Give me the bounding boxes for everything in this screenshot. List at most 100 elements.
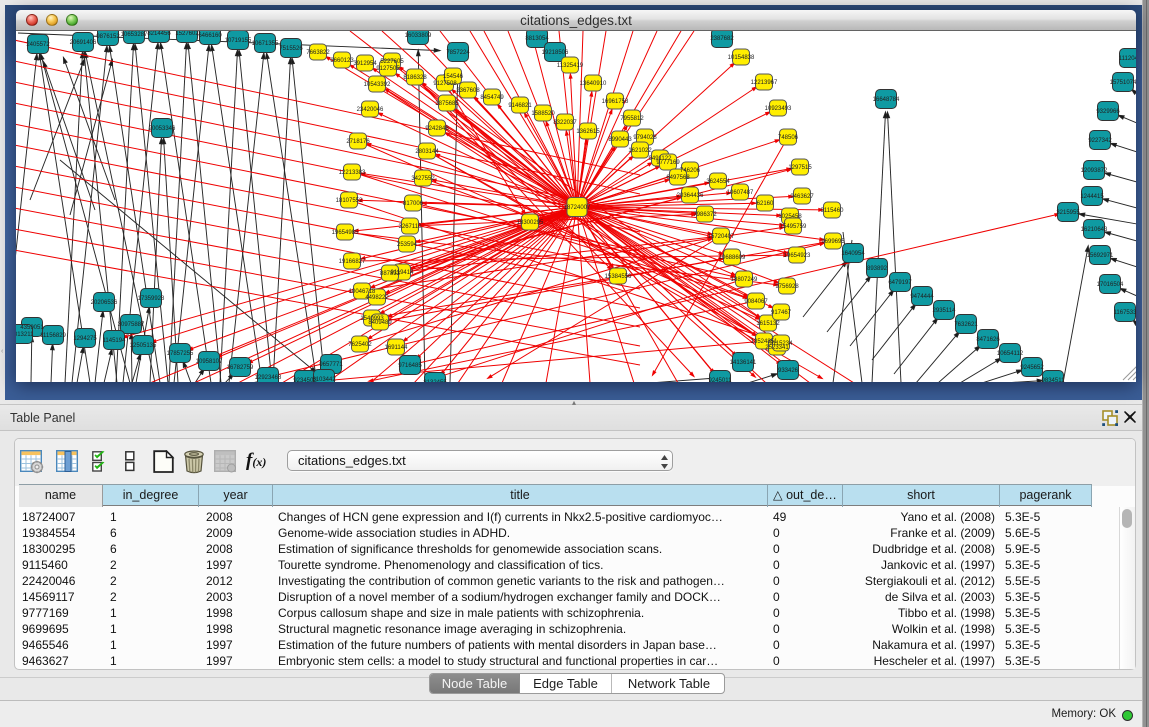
svg-text:11325419: 11325419 [557, 63, 584, 69]
svg-text:12213967: 12213967 [751, 80, 778, 86]
svg-text:7625402: 7625402 [348, 342, 372, 348]
svg-text:13640910: 13640910 [580, 81, 607, 87]
svg-text:23420046: 23420046 [357, 107, 384, 113]
svg-text:19218506: 19218506 [542, 50, 569, 56]
svg-text:9115234: 9115234 [770, 341, 794, 347]
svg-text:9794028: 9794028 [633, 135, 657, 141]
svg-text:1588520: 1588520 [531, 111, 555, 117]
svg-text:10671355: 10671355 [252, 41, 279, 47]
svg-text:9756928: 9756928 [775, 284, 799, 290]
svg-text:20053346: 20053346 [149, 126, 176, 132]
svg-text:2387682: 2387682 [710, 36, 734, 42]
svg-text:18724007: 18724007 [564, 205, 591, 211]
svg-text:7857224: 7857224 [446, 50, 470, 56]
svg-text:1244415: 1244415 [1080, 194, 1104, 200]
svg-text:9245652: 9245652 [1020, 365, 1044, 371]
svg-text:15751074: 15751074 [1110, 80, 1136, 86]
svg-text:10653287: 10653287 [121, 32, 148, 38]
svg-text:1294275: 1294275 [73, 336, 97, 342]
svg-text:16210643: 16210643 [1081, 227, 1108, 233]
svg-text:9146821: 9146821 [508, 103, 532, 109]
svg-text:18107552: 18107552 [336, 198, 363, 204]
svg-text:3427552: 3427552 [411, 176, 435, 182]
svg-text:8471626: 8471626 [976, 337, 1000, 343]
svg-text:8813211: 8813211 [16, 332, 34, 338]
svg-text:15692971: 15692971 [1087, 253, 1114, 259]
svg-text:14136141: 14136141 [730, 360, 757, 366]
svg-text:7955812: 7955812 [620, 116, 644, 122]
svg-text:9127508: 9127508 [433, 81, 457, 87]
svg-text:12213383: 12213383 [339, 170, 366, 176]
svg-text:4359051: 4359051 [20, 325, 44, 331]
svg-text:1112045: 1112045 [1119, 56, 1136, 62]
svg-text:4498222: 4498222 [365, 295, 389, 301]
svg-text:1527602: 1527602 [175, 31, 199, 37]
svg-text:2367608: 2367608 [456, 88, 480, 94]
svg-text:746206: 746206 [680, 168, 701, 174]
svg-text:16961758: 16961758 [602, 99, 629, 105]
svg-text:3267110: 3267110 [399, 224, 423, 230]
svg-text:1167533: 1167533 [1114, 310, 1136, 316]
svg-text:2803144: 2803144 [415, 149, 439, 155]
svg-text:9463627: 9463627 [790, 194, 814, 200]
svg-text:7632621: 7632621 [954, 322, 978, 328]
svg-text:8409489: 8409489 [368, 320, 392, 326]
svg-text:8322037: 8322037 [553, 120, 577, 126]
svg-text:10154838: 10154838 [728, 55, 755, 61]
svg-text:8990443: 8990443 [608, 137, 632, 143]
svg-text:917467: 917467 [771, 310, 792, 316]
svg-text:9777169: 9777169 [656, 160, 680, 166]
svg-text:9657771: 9657771 [319, 362, 343, 368]
svg-text:15720407: 15720407 [708, 234, 735, 240]
svg-text:2935114: 2935114 [933, 308, 957, 314]
svg-text:1615132: 1615132 [756, 321, 780, 327]
svg-text:20206536: 20206536 [91, 300, 118, 306]
svg-text:10958107: 10958107 [196, 359, 223, 365]
svg-text:9834511: 9834511 [1042, 378, 1066, 382]
svg-text:19654985: 19654985 [332, 230, 359, 236]
svg-text:893892: 893892 [867, 266, 888, 272]
svg-text:8132455: 8132455 [423, 380, 447, 382]
svg-text:1145194: 1145194 [103, 338, 127, 344]
svg-text:17016504: 17016504 [1097, 282, 1124, 288]
svg-text:6497568: 6497568 [666, 175, 690, 181]
svg-text:9115460: 9115460 [821, 208, 845, 214]
svg-text:17857255: 17857255 [167, 351, 194, 357]
svg-text:16782759: 16782759 [227, 365, 254, 371]
svg-text:30975887: 30975887 [118, 322, 145, 328]
svg-text:20691406: 20691406 [70, 40, 97, 46]
svg-text:6466160: 6466160 [198, 33, 222, 39]
svg-text:7515526: 7515526 [279, 46, 303, 52]
svg-text:9127505: 9127505 [376, 66, 400, 72]
svg-text:154546: 154546 [443, 74, 464, 80]
svg-text:9716485: 9716485 [398, 363, 422, 369]
svg-text:1621022: 1621022 [628, 148, 652, 154]
svg-text:253594: 253594 [397, 242, 418, 248]
svg-text:10719155: 10719155 [225, 38, 252, 44]
svg-text:10923493: 10923493 [765, 106, 792, 112]
svg-text:3912954: 3912954 [353, 61, 377, 67]
svg-text:6479197: 6479197 [888, 280, 912, 286]
svg-text:887833: 887833 [380, 271, 401, 277]
svg-text:8103442: 8103442 [312, 377, 336, 382]
svg-text:10607487: 10607487 [727, 190, 754, 196]
svg-text:8186328: 8186328 [403, 75, 427, 81]
svg-text:748506: 748506 [778, 135, 799, 141]
svg-text:8660123: 8660123 [330, 58, 354, 64]
svg-text:8214456: 8214456 [147, 31, 171, 37]
svg-text:12923468: 12923468 [255, 375, 282, 381]
svg-text:19166827: 19166827 [339, 259, 366, 265]
svg-text:1025458: 1025458 [778, 214, 802, 220]
svg-text:3624554: 3624554 [706, 179, 730, 185]
svg-text:11156829: 11156829 [40, 333, 66, 339]
svg-text:18300295: 18300295 [517, 220, 544, 226]
svg-text:10654112: 10654112 [997, 351, 1024, 357]
svg-text:18807249: 18807249 [731, 277, 758, 283]
svg-text:10688609: 10688609 [719, 255, 746, 261]
svg-text:20364436: 20364436 [677, 193, 704, 199]
svg-text:9329966: 9329966 [1096, 109, 1120, 115]
svg-text:817006: 817006 [403, 201, 424, 207]
svg-text:16648784: 16648784 [873, 97, 900, 103]
svg-text:5227605: 5227605 [380, 59, 404, 65]
svg-text:1362615: 1362615 [576, 129, 600, 135]
